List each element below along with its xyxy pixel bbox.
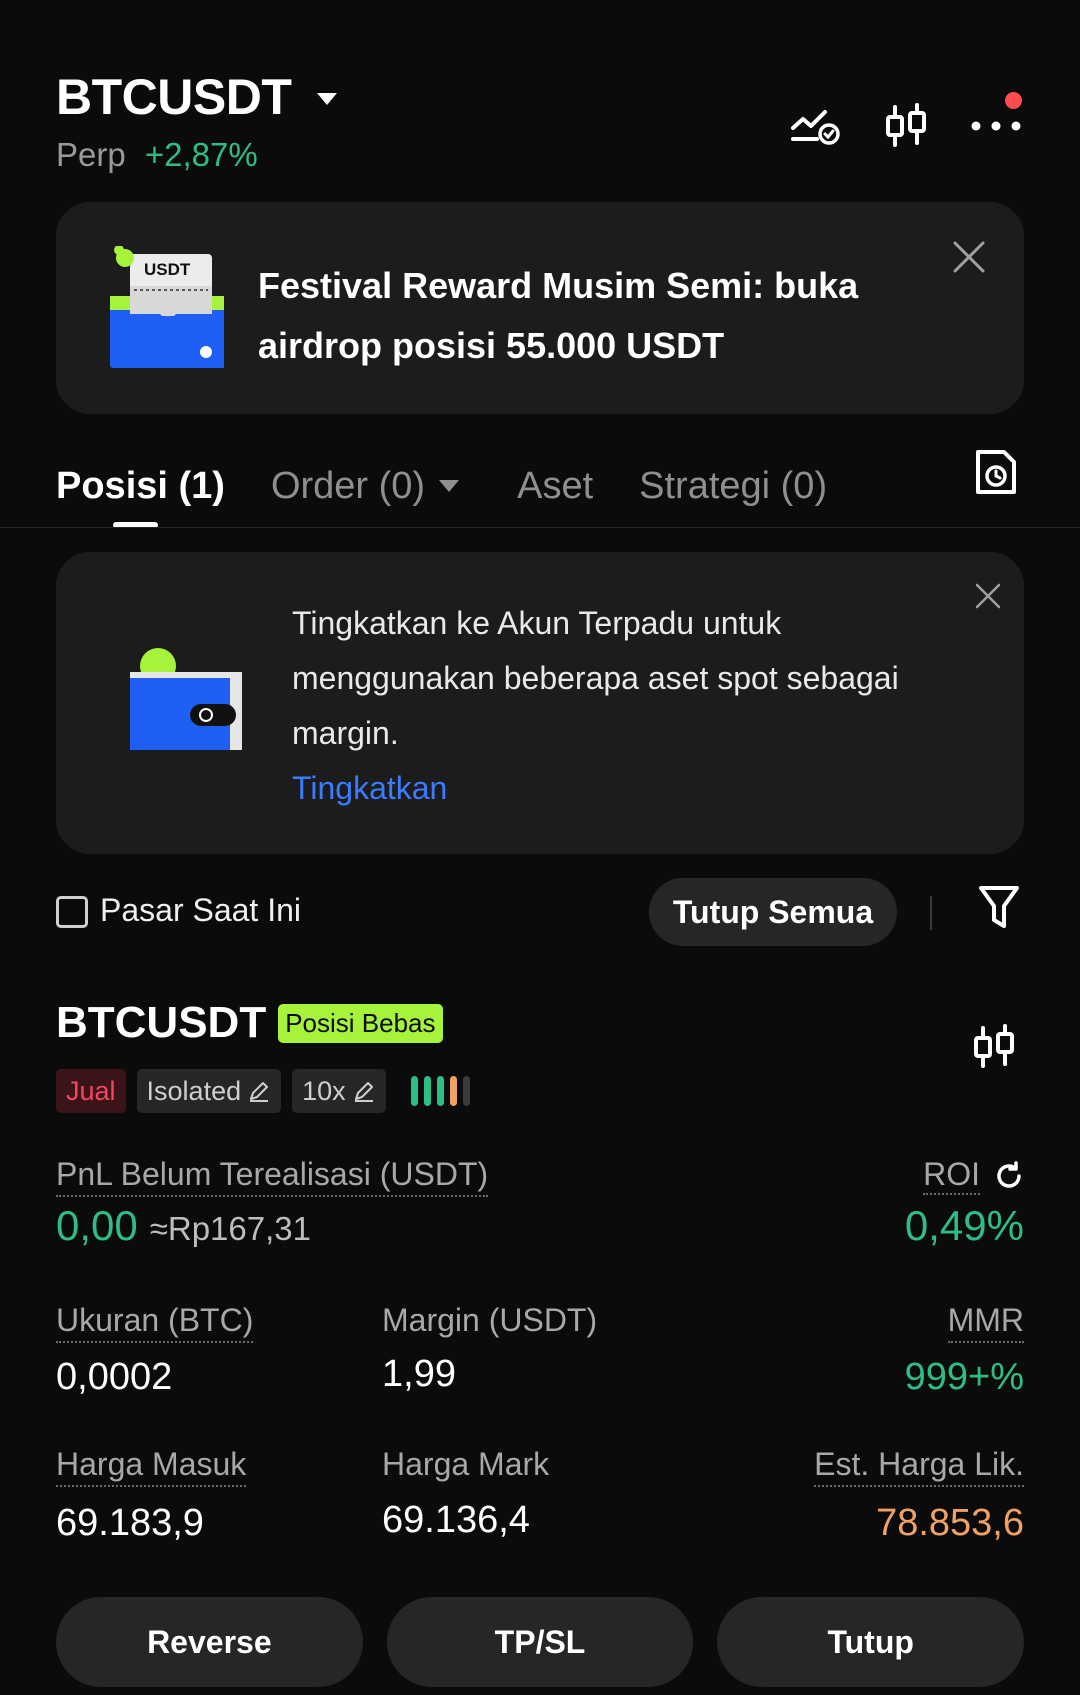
position-actions: Reverse TP/SL Tutup: [56, 1597, 1025, 1687]
pnl-approx-value: ≈Rp167,31: [149, 1210, 311, 1247]
pnl-label[interactable]: PnL Belum Terealisasi (USDT): [56, 1156, 489, 1197]
notification-dot: [1005, 92, 1022, 109]
close-all-button[interactable]: Tutup Semua: [649, 878, 897, 946]
info-message: Tingkatkan ke Akun Terpadu untuk menggun…: [292, 596, 952, 816]
tab-label: Aset: [517, 464, 594, 507]
info-text: Tingkatkan ke Akun Terpadu untuk menggun…: [292, 605, 899, 751]
tab-label: Order (0): [270, 464, 426, 507]
position-mode-tag: Posisi Bebas: [278, 1003, 443, 1043]
chevron-down-icon: [317, 93, 338, 105]
positions-controls: Pasar Saat Ini Tutup Semua: [56, 876, 1024, 948]
checkbox-label: Pasar Saat Ini: [100, 892, 301, 928]
tab-label: Strategi (0): [639, 464, 828, 507]
close-position-button[interactable]: Tutup: [717, 1597, 1025, 1687]
usdt-folder-illustration: USDT: [110, 245, 228, 370]
price-alert-icon[interactable]: [788, 98, 844, 154]
promo-text: Festival Reward Musim Semi: buka airdrop…: [258, 265, 859, 366]
mmr-value: 999+%: [904, 1356, 1024, 1398]
symbol-title: BTCUSDT: [56, 69, 292, 125]
roi-label[interactable]: ROI: [923, 1156, 980, 1195]
entry-price-value: 69.183,9: [56, 1502, 204, 1544]
wallet-illustration: [120, 648, 250, 758]
illustration-label: USDT: [144, 260, 191, 279]
refresh-icon[interactable]: [994, 1160, 1024, 1191]
side-badge: Jual: [56, 1069, 126, 1113]
pnl-value: 0,00: [56, 1202, 138, 1249]
margin-label: Margin (USDT): [382, 1302, 598, 1338]
tab-orders[interactable]: Order (0): [270, 464, 460, 508]
tab-strategies[interactable]: Strategi (0): [639, 465, 827, 508]
position-tabs: Posisi (1) Order (0) Aset Strategi (0): [56, 448, 1024, 524]
leverage-button[interactable]: 10x: [292, 1069, 386, 1113]
edit-icon: [354, 1082, 373, 1102]
roi-header: ROI: [923, 1156, 1024, 1195]
liquidation-price-label[interactable]: Est. Harga Lik.: [814, 1446, 1024, 1487]
tab-label: Posisi (1): [56, 464, 225, 507]
position-symbol: BTCUSDT: [56, 998, 267, 1047]
promo-banner[interactable]: USDT Festival Reward Musim Semi: buka ai…: [56, 202, 1024, 414]
margin-value: 1,99: [382, 1353, 456, 1395]
futures-positions-screen: BTCUSDT Perp +2,87% USDT Festival Reward…: [0, 0, 1080, 1695]
risk-bar: [423, 1076, 431, 1106]
divider: [930, 896, 932, 930]
unified-account-card: Tingkatkan ke Akun Terpadu untuk menggun…: [56, 552, 1024, 854]
edit-icon: [250, 1082, 269, 1102]
header: BTCUSDT Perp +2,87%: [56, 68, 1024, 188]
risk-bar: [436, 1076, 444, 1106]
more-icon[interactable]: [968, 92, 1024, 154]
mark-price-value: 69.136,4: [382, 1499, 530, 1541]
entry-price-label[interactable]: Harga Masuk: [56, 1446, 247, 1487]
close-icon[interactable]: [974, 582, 1004, 612]
margin-mode-button[interactable]: Isolated: [136, 1069, 282, 1113]
mmr-label[interactable]: MMR: [947, 1302, 1024, 1343]
leverage-label: 10x: [302, 1075, 346, 1106]
risk-bar: [410, 1076, 418, 1106]
roi-value: 0,49%: [904, 1202, 1024, 1249]
contract-type: Perp: [56, 136, 126, 173]
candlestick-chart-icon[interactable]: [878, 98, 934, 154]
upgrade-link[interactable]: Tingkatkan: [292, 761, 952, 816]
reverse-button[interactable]: Reverse: [56, 1597, 363, 1687]
risk-bar: [462, 1076, 470, 1106]
current-market-checkbox[interactable]: [56, 896, 88, 928]
filter-icon[interactable]: [978, 884, 1024, 936]
chevron-down-icon: [439, 480, 460, 492]
history-icon[interactable]: [974, 448, 1022, 500]
margin-mode-label: Isolated: [146, 1075, 242, 1106]
size-label[interactable]: Ukuran (BTC): [56, 1302, 254, 1343]
mark-price-label: Harga Mark: [382, 1446, 550, 1482]
position-tags: Jual Isolated 10x: [56, 1069, 470, 1113]
liquidation-price-value: 78.853,6: [876, 1502, 1024, 1544]
divider: [0, 527, 1080, 528]
tab-assets[interactable]: Aset: [517, 465, 593, 508]
pnl-values: 0,00 ≈Rp167,31: [56, 1202, 311, 1250]
price-change: +2,87%: [144, 136, 258, 173]
size-value: 0,0002: [56, 1356, 173, 1398]
tab-positions[interactable]: Posisi (1): [56, 465, 225, 508]
risk-bar: [449, 1076, 457, 1106]
tpsl-button[interactable]: TP/SL: [386, 1597, 694, 1687]
header-actions: [788, 92, 1024, 154]
position-header[interactable]: BTCUSDT Posisi Bebas: [56, 998, 443, 1048]
close-icon[interactable]: [952, 240, 990, 278]
candlestick-chart-icon[interactable]: [972, 1024, 1022, 1076]
risk-level-indicator: [410, 1076, 470, 1106]
side-label: Jual: [66, 1075, 116, 1106]
